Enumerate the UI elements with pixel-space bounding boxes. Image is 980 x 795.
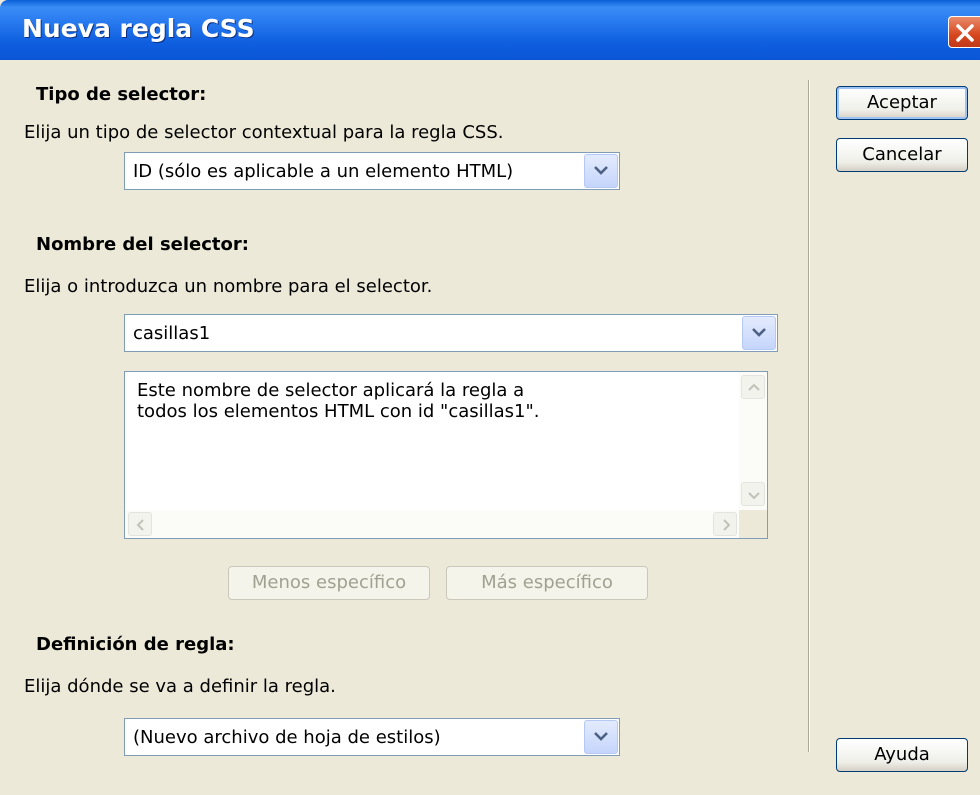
- selector-name-combobox[interactable]: casillas1: [124, 314, 778, 352]
- rule-definition-value: (Nuevo archivo de hoja de estilos): [133, 727, 441, 748]
- scrollbar-corner: [739, 510, 767, 538]
- chevron-down-icon: [594, 166, 608, 175]
- vertical-divider: [808, 80, 810, 752]
- rule-definition-description: Elija dónde se va a definir la regla.: [24, 676, 336, 697]
- vertical-scrollbar[interactable]: [739, 372, 767, 510]
- scroll-up-button[interactable]: [741, 375, 765, 399]
- more-specific-button[interactable]: Más específico: [446, 566, 648, 600]
- rule-definition-dropdown[interactable]: (Nuevo archivo de hoja de estilos): [124, 718, 620, 756]
- scroll-down-button[interactable]: [741, 482, 765, 506]
- accept-button[interactable]: Aceptar: [836, 86, 968, 120]
- chevron-down-icon: [594, 732, 608, 741]
- cancel-button[interactable]: Cancelar: [836, 138, 968, 172]
- selector-type-dropdown[interactable]: ID (sólo es aplicable a un elemento HTML…: [124, 152, 620, 190]
- chevron-left-icon: [136, 519, 144, 531]
- less-specific-button[interactable]: Menos específico: [228, 566, 430, 600]
- dropdown-button[interactable]: [584, 720, 618, 754]
- scroll-left-button[interactable]: [128, 512, 152, 536]
- selector-type-description: Elija un tipo de selector contextual par…: [24, 122, 504, 143]
- description-line: Este nombre de selector aplicará la regl…: [137, 380, 525, 401]
- selector-name-description: Elija o introduzca un nombre para el sel…: [24, 276, 433, 297]
- selector-description-text: Este nombre de selector aplicará la regl…: [137, 380, 540, 422]
- selector-name-value[interactable]: casillas1: [133, 323, 210, 344]
- dropdown-button[interactable]: [584, 154, 618, 188]
- window-title: Nueva regla CSS: [22, 14, 255, 43]
- title-bar[interactable]: Nueva regla CSS: [0, 0, 980, 60]
- selector-name-heading: Nombre del selector:: [36, 234, 249, 255]
- scroll-right-button[interactable]: [713, 512, 737, 536]
- rule-definition-heading: Definición de regla:: [36, 634, 235, 655]
- help-button[interactable]: Ayuda: [836, 738, 968, 772]
- chevron-up-icon: [748, 383, 760, 391]
- close-button[interactable]: [948, 16, 980, 48]
- selector-type-heading: Tipo de selector:: [36, 84, 207, 105]
- chevron-down-icon: [748, 492, 760, 500]
- chevron-right-icon: [723, 519, 731, 531]
- selector-description-box[interactable]: Este nombre de selector aplicará la regl…: [124, 371, 768, 539]
- chevron-down-icon: [752, 328, 766, 337]
- selector-type-value: ID (sólo es aplicable a un elemento HTML…: [133, 161, 514, 182]
- close-icon: [956, 24, 974, 42]
- dialog-window: Nueva regla CSS Tipo de selector: Elija …: [0, 0, 980, 795]
- horizontal-scrollbar[interactable]: [125, 510, 739, 538]
- dropdown-button[interactable]: [742, 316, 776, 350]
- description-line: todos los elementos HTML con id "casilla…: [137, 401, 540, 422]
